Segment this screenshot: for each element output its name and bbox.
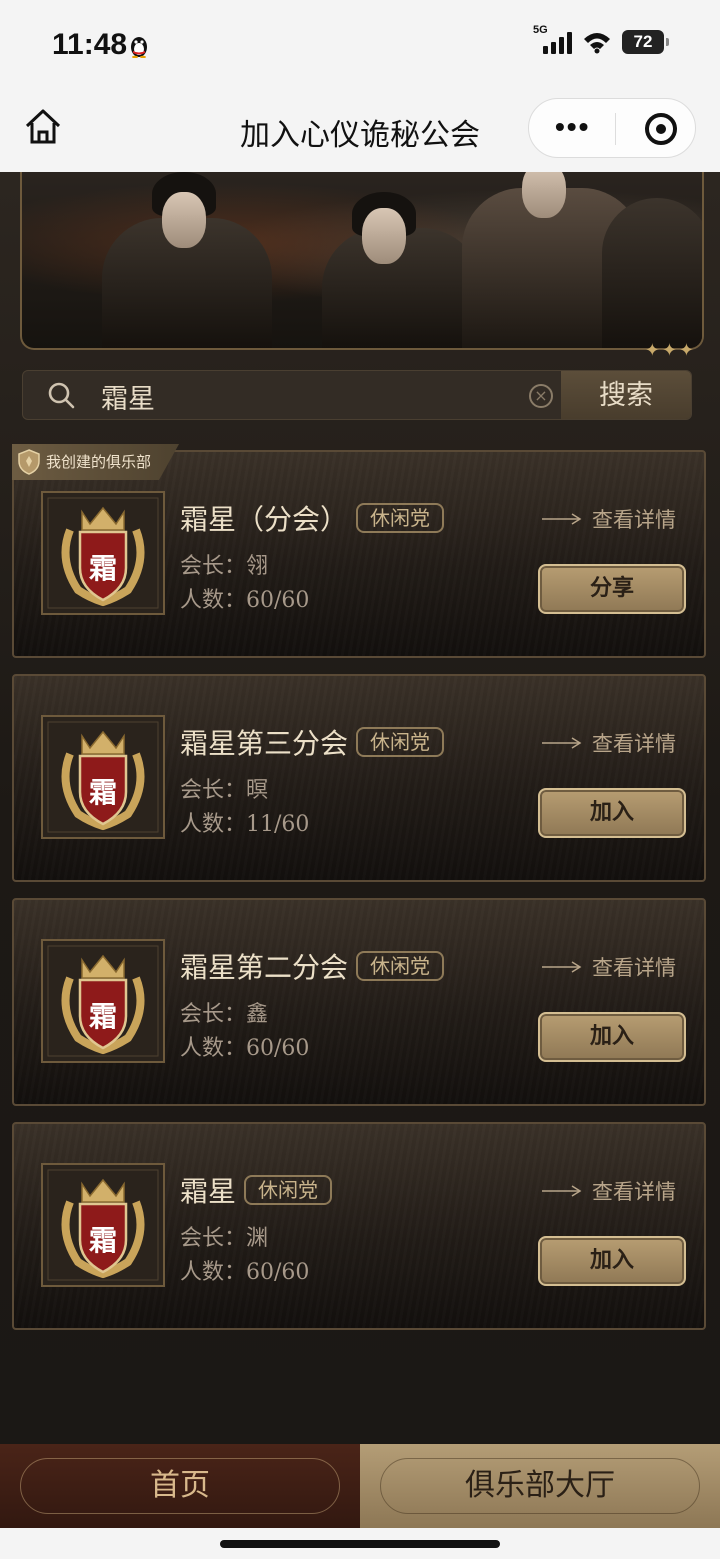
arrow-right-icon <box>542 513 582 525</box>
club-name: 霜星第三分会 <box>180 727 349 760</box>
created-club-badge: 我创建的俱乐部 <box>12 444 180 480</box>
club-leader: 会长：暝 <box>180 778 269 803</box>
view-details-label: 查看详情 <box>592 508 676 532</box>
club-leader: 会长：鑫 <box>180 1002 269 1027</box>
view-details-label: 查看详情 <box>592 956 676 980</box>
home-indicator[interactable] <box>220 1540 500 1548</box>
view-details-label: 查看详情 <box>592 732 676 756</box>
status-time: 11:48 <box>52 28 128 61</box>
home-indicator-area <box>0 1528 720 1559</box>
crest-char: 霜 <box>89 1000 117 1033</box>
tab-frame <box>380 1458 700 1514</box>
content-area: ✦✦✦ × 搜索 霜 霜星（分会）休闲党 会长：翎 人数：60/60 查看详情 … <box>0 172 720 1444</box>
tab-club-lobby[interactable]: 俱乐部大厅 <box>360 1444 720 1528</box>
status-bar: 11:48 5G 72 <box>0 0 720 90</box>
club-crest-icon: 霜 <box>41 939 165 1063</box>
club-name: 霜星第二分会 <box>180 951 349 984</box>
club-tag: 休闲党 <box>356 503 445 533</box>
search-input[interactable] <box>101 377 521 415</box>
club-members: 人数：60/60 <box>180 588 310 613</box>
club-name-row: 霜星第三分会 休闲党 <box>180 722 445 762</box>
network-type: 5G <box>533 24 548 36</box>
view-details-label: 查看详情 <box>592 1180 676 1204</box>
club-members: 人数：60/60 <box>180 1036 310 1061</box>
search-button[interactable]: 搜索 <box>561 371 691 419</box>
club-crest-icon: 霜 <box>41 715 165 839</box>
club-name: 霜星（分会） <box>180 503 349 536</box>
more-options-icon[interactable]: ••• <box>555 113 590 141</box>
battery-indicator: 72 <box>622 30 669 54</box>
club-members: 人数：60/60 <box>180 1260 310 1285</box>
search-icon <box>48 382 75 409</box>
club-crest-icon: 霜 <box>41 1163 165 1287</box>
bottom-tab-bar: 首页 俱乐部大厅 <box>0 1444 720 1528</box>
club-name-row: 霜星（分会） 休闲党 <box>180 498 445 538</box>
crest-char: 霜 <box>89 1224 117 1257</box>
club-tag: 休闲党 <box>356 727 445 757</box>
club-card: 霜 霜星 休闲党 会长：渊 人数：60/60 查看详情 加入 <box>12 1122 706 1330</box>
arrow-right-icon <box>542 961 582 973</box>
join-button[interactable]: 加入 <box>538 788 686 838</box>
share-button[interactable]: 分享 <box>538 564 686 614</box>
qq-penguin-icon <box>131 37 147 58</box>
club-card: 霜 霜星（分会） 休闲党 会长：翎 人数：60/60 查看详情 分享 <box>12 450 706 658</box>
club-crest-icon: 霜 <box>41 491 165 615</box>
crest-char: 霜 <box>89 776 117 809</box>
club-members: 人数：11/60 <box>180 812 310 837</box>
join-button[interactable]: 加入 <box>538 1012 686 1062</box>
club-name-row: 霜星第二分会 休闲党 <box>180 946 445 986</box>
tab-frame <box>20 1458 340 1514</box>
view-details-link[interactable]: 查看详情 <box>542 1176 676 1206</box>
close-miniprogram-icon[interactable] <box>645 113 677 145</box>
club-name: 霜星 <box>180 1175 237 1208</box>
club-tag: 休闲党 <box>356 951 445 981</box>
search-bar: × 搜索 <box>22 370 692 420</box>
arrow-right-icon <box>542 737 582 749</box>
club-card: 霜 霜星第三分会 休闲党 会长：暝 人数：11/60 查看详情 加入 <box>12 674 706 882</box>
arrow-right-icon <box>542 1185 582 1197</box>
cellular-signal-icon: 5G <box>533 24 572 54</box>
view-details-link[interactable]: 查看详情 <box>542 728 676 758</box>
view-details-link[interactable]: 查看详情 <box>542 952 676 982</box>
created-club-label: 我创建的俱乐部 <box>46 453 152 471</box>
shield-icon <box>18 449 40 475</box>
wifi-icon <box>584 33 610 54</box>
join-button[interactable]: 加入 <box>538 1236 686 1286</box>
clear-search-icon[interactable]: × <box>529 384 553 408</box>
hero-banner <box>20 172 704 350</box>
miniprogram-capsule: ••• <box>528 98 696 158</box>
club-name-row: 霜星 休闲党 <box>180 1170 333 1210</box>
tab-home[interactable]: 首页 <box>0 1444 360 1528</box>
decorative-stars: ✦✦✦ <box>644 340 696 361</box>
crest-char: 霜 <box>89 552 117 585</box>
club-tag: 休闲党 <box>244 1175 333 1205</box>
club-leader: 会长：渊 <box>180 1226 269 1251</box>
nav-bar: 加入心仪诡秘公会 ••• <box>0 90 720 172</box>
club-leader: 会长：翎 <box>180 554 269 579</box>
club-card: 霜 霜星第二分会 休闲党 会长：鑫 人数：60/60 查看详情 加入 <box>12 898 706 1106</box>
capsule-divider <box>615 113 616 145</box>
view-details-link[interactable]: 查看详情 <box>542 504 676 534</box>
